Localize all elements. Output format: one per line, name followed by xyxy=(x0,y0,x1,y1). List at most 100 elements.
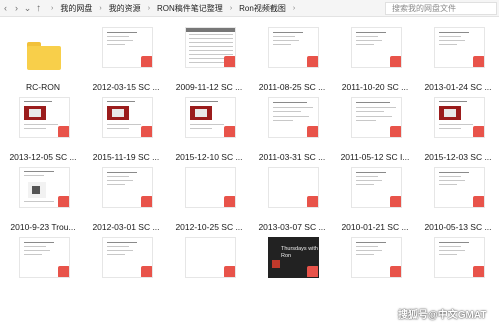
file-item[interactable] xyxy=(0,232,80,302)
pdf-icon xyxy=(473,266,484,277)
file-item[interactable]: 2011-08-25 SC ... xyxy=(249,22,329,92)
address-toolbar: ‹ › ⌄ ↑ › 我的网盘 › 我的资源 › RON稿件笔记整理 › Ron视… xyxy=(0,0,499,17)
breadcrumb-item[interactable]: RON稿件笔记整理 xyxy=(155,3,225,14)
pdf-icon xyxy=(307,126,318,137)
file-name: 2012-10-25 SC ... xyxy=(175,222,243,232)
pdf-icon xyxy=(307,266,318,277)
pdf-thumbnail xyxy=(185,97,236,138)
file-name: 2012-03-15 SC ... xyxy=(92,82,160,92)
file-name: 2010-9-23 Trou... xyxy=(10,222,76,232)
pdf-icon xyxy=(307,196,318,207)
pdf-thumbnail xyxy=(185,27,236,68)
pdf-thumbnail xyxy=(434,237,485,278)
file-item[interactable]: 2013-01-24 SC ... xyxy=(415,22,495,92)
pdf-icon xyxy=(224,126,235,137)
file-item[interactable]: 2012-03-01 SC ... xyxy=(83,162,163,232)
pdf-icon xyxy=(58,266,69,277)
chevron-right-icon: › xyxy=(51,5,54,12)
pdf-icon xyxy=(390,266,401,277)
pdf-icon xyxy=(141,56,152,67)
file-item[interactable]: 2013-12-05 SC ... xyxy=(0,92,80,162)
pdf-thumbnail xyxy=(351,237,402,278)
file-name: 2011-05-12 SC I... xyxy=(340,152,410,162)
pdf-thumbnail xyxy=(434,27,485,68)
pdf-thumbnail xyxy=(434,97,485,138)
breadcrumb-item[interactable]: 我的网盘 xyxy=(58,3,94,14)
file-item[interactable]: 2010-9-23 Trou... xyxy=(0,162,80,232)
pdf-thumbnail xyxy=(185,167,236,208)
pdf-icon xyxy=(58,196,69,207)
file-item[interactable]: 2012-03-15 SC ... xyxy=(83,22,163,92)
pdf-icon xyxy=(390,56,401,67)
pdf-thumbnail xyxy=(268,27,319,68)
file-name: 2010-05-13 SC ... xyxy=(424,222,492,232)
pdf-icon xyxy=(58,126,69,137)
pdf-thumbnail xyxy=(351,97,402,138)
pdf-icon xyxy=(224,266,235,277)
pdf-icon xyxy=(141,266,152,277)
file-item[interactable]: 2013-03-07 SC ... xyxy=(249,162,329,232)
thumbnail-subtitle: Ron xyxy=(281,253,292,259)
breadcrumb-item[interactable]: 我的资源 xyxy=(107,3,143,14)
file-item[interactable]: 2011-03-31 SC ... xyxy=(249,92,329,162)
file-item[interactable]: 2015-12-03 SC ... xyxy=(415,92,495,162)
file-item[interactable]: 2015-11-19 SC ... xyxy=(83,92,163,162)
file-item[interactable]: 2010-01-21 SC ... xyxy=(332,162,412,232)
pdf-thumbnail xyxy=(102,167,153,208)
file-name: 2011-03-31 SC ... xyxy=(258,152,326,162)
pdf-icon xyxy=(307,56,318,67)
pdf-icon xyxy=(473,126,484,137)
file-name: 2015-12-03 SC ... xyxy=(424,152,492,162)
file-item[interactable] xyxy=(83,232,163,302)
back-icon[interactable]: ‹ xyxy=(0,1,11,16)
pdf-icon xyxy=(473,56,484,67)
pdf-icon xyxy=(473,196,484,207)
thumbnail-title: Thursdays with xyxy=(281,246,318,252)
file-item[interactable]: 2015-12-10 SC ... xyxy=(166,92,246,162)
file-name: 2013-12-05 SC ... xyxy=(9,152,77,162)
file-item[interactable] xyxy=(415,232,495,302)
file-name: 2009-11-12 SC ... xyxy=(175,82,243,92)
nav-buttons: ‹ › ⌄ ↑ xyxy=(0,0,44,17)
chevron-right-icon: › xyxy=(292,5,296,12)
file-item[interactable]: Thursdays with Ron xyxy=(249,232,329,302)
pdf-thumbnail: Thursdays with Ron xyxy=(268,237,319,278)
file-item[interactable]: 2011-10-20 SC ... xyxy=(332,22,412,92)
pdf-thumbnail xyxy=(19,97,70,138)
chevron-right-icon: › xyxy=(147,5,151,12)
pdf-icon xyxy=(390,126,401,137)
file-item[interactable] xyxy=(332,232,412,302)
pdf-thumbnail xyxy=(268,97,319,138)
pdf-icon xyxy=(390,196,401,207)
search-box[interactable] xyxy=(385,2,497,15)
file-name: 2011-10-20 SC ... xyxy=(341,82,409,92)
pdf-thumbnail xyxy=(268,167,319,208)
file-name: RC-RON xyxy=(26,82,60,92)
breadcrumb: › 我的网盘 › 我的资源 › RON稿件笔记整理 › Ron视频截图 › xyxy=(46,2,380,15)
folder-icon xyxy=(27,42,61,70)
pdf-thumbnail xyxy=(102,97,153,138)
file-name: 2015-11-19 SC ... xyxy=(92,152,160,162)
file-item[interactable]: 2010-05-13 SC ... xyxy=(415,162,495,232)
chevron-down-icon[interactable]: ⌄ xyxy=(22,1,33,16)
breadcrumb-item[interactable]: Ron视频截图 xyxy=(237,3,288,14)
pdf-thumbnail xyxy=(102,237,153,278)
file-name: 2011-08-25 SC ... xyxy=(258,82,326,92)
watermark: 搜狐号@中文GMAT xyxy=(398,310,487,321)
file-name: 2010-01-21 SC ... xyxy=(341,222,409,232)
up-arrow-icon[interactable]: ↑ xyxy=(33,1,44,16)
forward-icon[interactable]: › xyxy=(11,1,22,16)
pdf-thumbnail xyxy=(434,167,485,208)
pdf-icon xyxy=(141,196,152,207)
pdf-thumbnail xyxy=(185,237,236,278)
file-item[interactable]: 2011-05-12 SC I... xyxy=(332,92,412,162)
file-name: 2015-12-10 SC ... xyxy=(175,152,243,162)
search-input[interactable] xyxy=(392,4,488,13)
file-name: 2013-01-24 SC ... xyxy=(424,82,492,92)
file-item[interactable]: 2012-10-25 SC ... xyxy=(166,162,246,232)
file-item[interactable]: 2009-11-12 SC ... xyxy=(166,22,246,92)
file-item[interactable] xyxy=(166,232,246,302)
pdf-thumbnail xyxy=(351,27,402,68)
pdf-thumbnail xyxy=(102,27,153,68)
folder-item[interactable]: RC-RON xyxy=(0,22,80,92)
